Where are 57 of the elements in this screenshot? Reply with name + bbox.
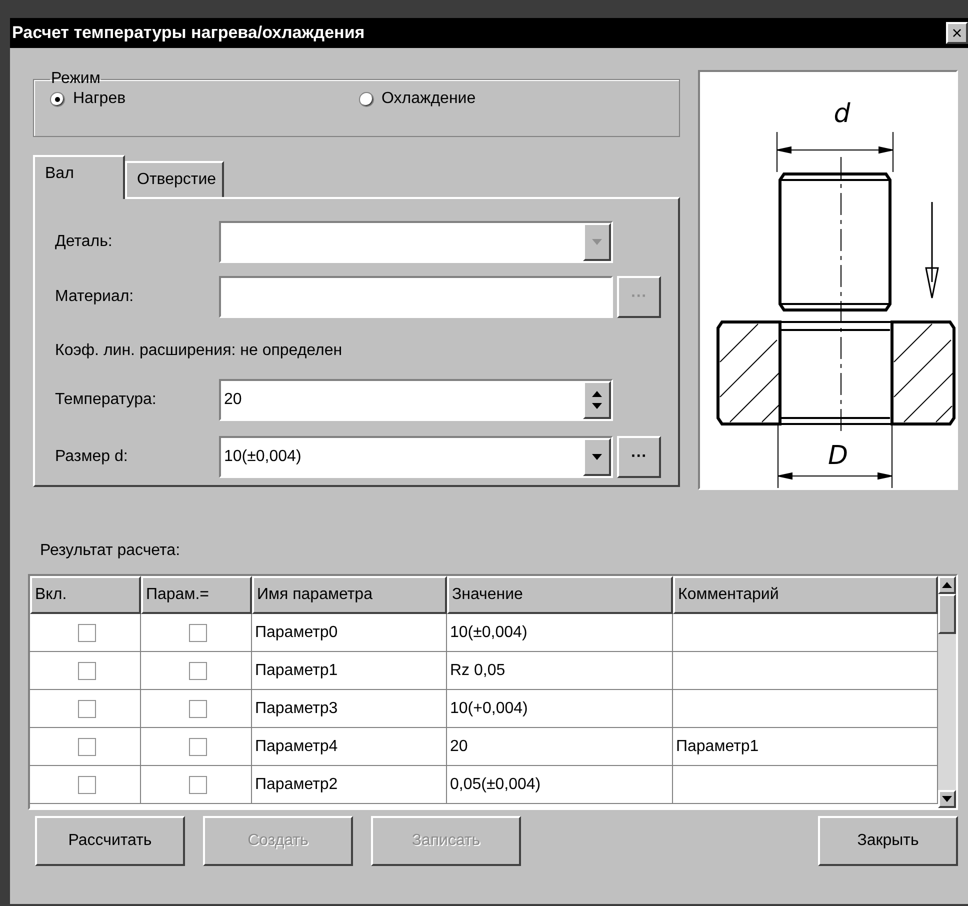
action-button[interactable]: Рассчитать	[35, 816, 185, 866]
column-header[interactable]: Имя параметра	[252, 576, 447, 614]
column-header[interactable]: Парам.=	[141, 576, 252, 614]
arrow-down-icon	[592, 402, 602, 409]
checkbox[interactable]	[188, 776, 206, 794]
window-title: Расчет температуры нагрева/охлаждения	[12, 23, 365, 43]
radio-label[interactable]: Нагрев	[73, 90, 126, 108]
checkbox[interactable]	[188, 700, 206, 718]
arrow-down-icon	[592, 454, 602, 460]
table-cell: 10(±0,004)	[450, 624, 528, 642]
table-cell: Параметр2	[255, 776, 338, 794]
close-button[interactable]: ×	[946, 22, 968, 44]
column-header[interactable]: Вкл.	[30, 576, 141, 614]
radio-label[interactable]: Охлаждение	[382, 90, 476, 108]
group-title: Режим	[50, 70, 102, 88]
temperature-spinbox[interactable]: 20	[219, 378, 613, 421]
arrow-up-icon	[942, 582, 952, 588]
field-label: Температура:	[55, 390, 158, 409]
table-cell: Параметр1	[676, 738, 759, 756]
scrollbar-thumb[interactable]	[938, 594, 956, 634]
table-cell: 20	[450, 738, 468, 756]
checkbox[interactable]	[188, 624, 206, 642]
shaft-and-hole-drawing: d D	[700, 72, 956, 488]
checkbox[interactable]	[188, 662, 206, 680]
detail-dropdown[interactable]	[219, 221, 613, 263]
arrow-down-icon	[942, 796, 952, 802]
table-cell: 0,05(±0,004)	[450, 776, 541, 794]
size-dropdown[interactable]: 10(±0,004)	[219, 436, 613, 478]
field-label: Деталь:	[55, 233, 114, 251]
browse-button[interactable]: ···	[617, 436, 661, 478]
checkbox[interactable]	[78, 738, 96, 756]
field-label: Материал:	[55, 288, 135, 306]
table-cell: 10(+0,004)	[450, 700, 528, 718]
checkbox[interactable]	[188, 738, 206, 756]
checkbox[interactable]	[78, 700, 96, 718]
coefficient-text: Коэф. лин. расширения: не определен	[55, 342, 342, 360]
material-field[interactable]	[219, 276, 613, 318]
action-button[interactable]: Закрыть	[818, 816, 958, 866]
tab[interactable]: Отверстие	[125, 161, 224, 197]
table-cell: Rz 0,05	[450, 662, 506, 680]
table-cell: Параметр4	[255, 738, 338, 756]
arrow-down-icon	[592, 239, 602, 245]
field-label: Размер d:	[55, 448, 129, 466]
column-header[interactable]: Значение	[447, 576, 673, 614]
table-cell: Параметр1	[255, 662, 338, 680]
tab[interactable]: Вал	[33, 155, 125, 199]
checkbox[interactable]	[78, 662, 96, 680]
scrollbar[interactable]	[938, 576, 956, 808]
radio-button[interactable]	[50, 92, 65, 106]
arrow-up-icon	[592, 390, 602, 397]
checkbox[interactable]	[78, 624, 96, 642]
result-label: Результат расчета:	[40, 542, 182, 560]
table-cell: Параметр3	[255, 700, 338, 718]
checkbox[interactable]	[78, 776, 96, 794]
table-cell: Параметр0	[255, 624, 338, 642]
radio-button[interactable]	[358, 92, 374, 106]
column-header[interactable]: Комментарий	[673, 576, 938, 614]
